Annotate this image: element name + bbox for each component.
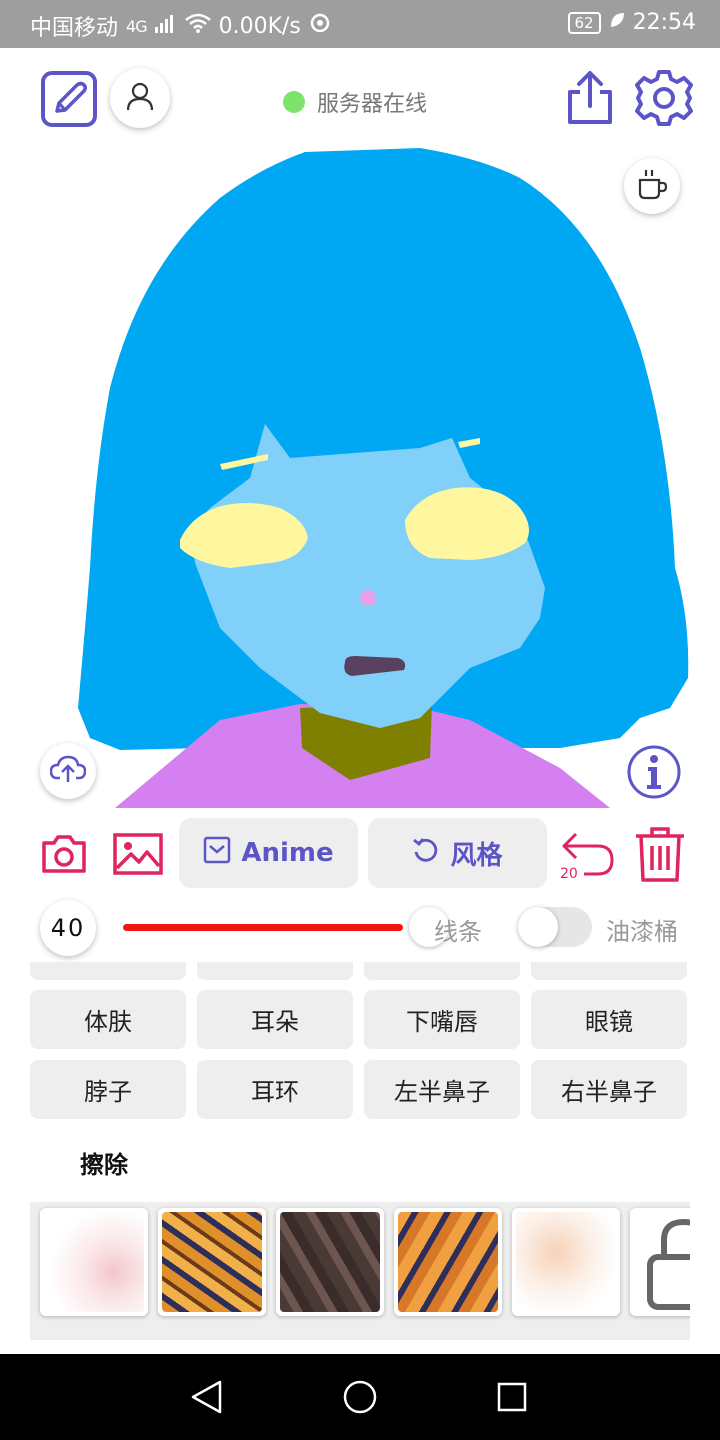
action-toolbar: Anime 风格 20 xyxy=(0,808,720,900)
part-button-partial[interactable] xyxy=(364,962,520,980)
nav-back-icon[interactable] xyxy=(190,1380,224,1418)
paint-bucket-toggle[interactable] xyxy=(518,907,592,947)
carrier-name: 中国移动 xyxy=(30,16,119,41)
face-parts-grid: 体肤 耳朵 下嘴唇 眼镜 脖子 耳环 左半鼻子 右半鼻子 xyxy=(0,962,720,1124)
texture-pink-splatter[interactable] xyxy=(40,1208,148,1316)
sync-icon xyxy=(309,12,331,40)
part-button-skin[interactable]: 体肤 xyxy=(30,990,186,1049)
lock-icon xyxy=(634,1218,690,1316)
style-label: 风格 xyxy=(450,840,503,871)
share-icon[interactable] xyxy=(564,70,616,126)
status-bar: 中国移动 4G 0.00K/s 62 22:54 xyxy=(0,0,720,48)
part-button-glasses[interactable]: 眼镜 xyxy=(531,990,687,1049)
coffee-cup-icon xyxy=(635,167,669,205)
part-button-ears[interactable]: 耳朵 xyxy=(197,990,353,1049)
brush-controls: 40 线条 油漆桶 xyxy=(0,900,720,956)
anime-mode-button[interactable]: Anime xyxy=(179,818,358,888)
edit-icon[interactable] xyxy=(40,70,98,128)
battery-indicator: 62 xyxy=(567,11,601,34)
undo-count: 20 xyxy=(560,866,578,882)
server-status: 服务器在线 xyxy=(283,86,427,118)
part-button-left-nose[interactable]: 左半鼻子 xyxy=(364,1060,520,1119)
inbox-icon xyxy=(203,836,231,871)
leaf-icon xyxy=(609,10,625,35)
gallery-image-icon[interactable] xyxy=(112,832,164,876)
part-button-earrings[interactable]: 耳环 xyxy=(197,1060,353,1119)
paint-bucket-label: 油漆桶 xyxy=(606,918,678,946)
coffee-cup-button[interactable] xyxy=(624,158,680,214)
undo-button[interactable]: 20 xyxy=(558,826,618,886)
painted-portrait xyxy=(78,148,689,808)
texture-peach-feathers[interactable] xyxy=(512,1208,620,1316)
network-type: 4G xyxy=(126,16,148,36)
app-screen: 中国移动 4G 0.00K/s 62 22:54 服务器在线 Anime 风格 … xyxy=(0,0,720,1440)
clock: 22:54 xyxy=(632,10,696,35)
nav-recent-apps-icon[interactable] xyxy=(497,1382,527,1416)
camera-icon[interactable] xyxy=(40,832,88,876)
texture-brown-leaves[interactable] xyxy=(276,1208,384,1316)
signal-icon xyxy=(154,13,177,39)
top-bar: 服务器在线 xyxy=(0,48,720,148)
part-button-partial[interactable] xyxy=(30,962,186,980)
part-button-right-nose[interactable]: 右半鼻子 xyxy=(531,1060,687,1119)
texture-orange-navy-leaves[interactable] xyxy=(394,1208,502,1316)
part-button-partial[interactable] xyxy=(531,962,687,980)
user-icon xyxy=(125,81,155,115)
rotate-icon xyxy=(412,836,440,871)
brush-size-value: 40 xyxy=(40,900,96,956)
cloud-upload-icon xyxy=(49,754,87,788)
part-button-lower-lip[interactable]: 下嘴唇 xyxy=(364,990,520,1049)
style-button[interactable]: 风格 xyxy=(368,818,547,888)
wifi-icon xyxy=(184,13,211,39)
settings-gear-icon[interactable] xyxy=(634,68,694,128)
cloud-upload-button[interactable] xyxy=(40,743,96,799)
drawing-canvas[interactable] xyxy=(0,148,720,808)
line-mode-label: 线条 xyxy=(434,918,482,946)
texture-locked[interactable] xyxy=(630,1208,690,1316)
trash-icon[interactable] xyxy=(634,824,686,884)
nav-home-icon[interactable] xyxy=(343,1380,377,1418)
system-nav-bar xyxy=(0,1354,720,1440)
info-icon[interactable] xyxy=(626,744,682,800)
user-profile-button[interactable] xyxy=(110,68,170,128)
brush-size-track[interactable] xyxy=(123,924,403,931)
server-status-label: 服务器在线 xyxy=(317,92,428,117)
part-button-partial[interactable] xyxy=(197,962,353,980)
server-status-dot xyxy=(283,91,305,113)
network-speed: 0.00K/s xyxy=(218,13,301,39)
texture-strip[interactable] xyxy=(30,1202,690,1340)
anime-label: Anime xyxy=(241,838,334,868)
eraser-section-title: 擦除 xyxy=(80,1151,128,1179)
texture-orange-navy-swirl[interactable] xyxy=(158,1208,266,1316)
paint-bucket-toggle-knob xyxy=(518,907,558,947)
part-button-neck[interactable]: 脖子 xyxy=(30,1060,186,1119)
